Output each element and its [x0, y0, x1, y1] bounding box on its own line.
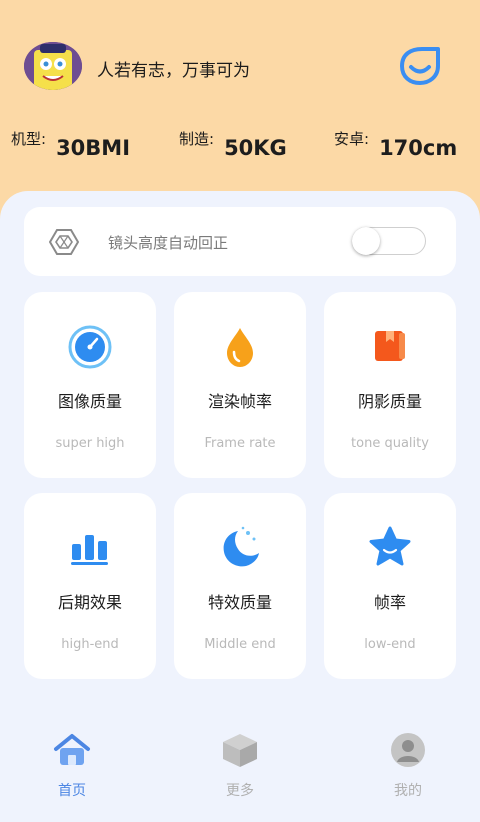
book-icon [366, 322, 414, 370]
avatar[interactable] [24, 42, 82, 90]
tile-title: 帧率 [373, 593, 406, 612]
toggle-knob [352, 227, 380, 255]
stat-value: 30BMI [56, 136, 131, 160]
bottom-tab-bar: 首页 更多 我的 [0, 722, 480, 822]
motto-text: 人若有志，万事可为 [97, 61, 250, 81]
tab-home[interactable]: 首页 [27, 722, 117, 802]
stat-value: 170cm [379, 136, 458, 160]
tile-effect-quality[interactable]: 特效质量 Middle end [174, 493, 306, 679]
tab-label: 首页 [58, 783, 86, 799]
tile-subtitle: super high [55, 436, 125, 451]
tile-subtitle: Middle end [204, 637, 276, 652]
tile-title: 后期效果 [57, 593, 122, 612]
stat-label: 制造: [179, 130, 215, 148]
stat-build: 制造: 50KG [179, 128, 287, 160]
tab-more[interactable]: 更多 [195, 722, 285, 802]
tile-shadow-quality[interactable]: 阴影质量 tone quality [324, 292, 456, 478]
auto-level-setting: 镜头高度自动回正 [24, 207, 456, 276]
smile-face-icon[interactable] [396, 46, 442, 86]
tile-subtitle: Frame rate [204, 436, 276, 451]
tile-subtitle: tone quality [351, 436, 429, 451]
cube-icon [220, 732, 260, 768]
tab-label: 我的 [394, 783, 422, 799]
tile-subtitle: low-end [364, 637, 416, 652]
auto-level-toggle[interactable] [352, 227, 426, 255]
tab-label: 更多 [226, 783, 254, 799]
tile-image-quality[interactable]: 图像质量 super high [24, 292, 156, 478]
stat-value: 50KG [224, 136, 287, 160]
home-icon [52, 732, 92, 768]
tile-title: 渲染帧率 [207, 392, 272, 411]
stat-android: 安卓: 170cm [334, 128, 457, 160]
stat-label: 安卓: [334, 130, 370, 148]
hexagon-icon [48, 228, 80, 256]
tile-frame-rate[interactable]: 帧率 low-end [324, 493, 456, 679]
tab-profile[interactable]: 我的 [363, 722, 453, 802]
tile-subtitle: high-end [61, 637, 119, 652]
gauge-icon [66, 322, 114, 370]
header: 人若有志，万事可为 机型: 30BMI 制造: 50KG 安卓: 170cm [0, 0, 480, 200]
profile-icon [388, 732, 428, 768]
tile-title: 特效质量 [207, 593, 272, 612]
stat-model: 机型: 30BMI [11, 128, 130, 160]
tile-title: 图像质量 [57, 392, 122, 411]
drop-icon [216, 322, 264, 370]
tile-title: 阴影质量 [357, 392, 422, 411]
moon-icon [216, 523, 264, 571]
bar-chart-icon [66, 523, 114, 571]
tile-post-effects[interactable]: 后期效果 high-end [24, 493, 156, 679]
setting-label: 镜头高度自动回正 [108, 234, 229, 252]
stat-label: 机型: [11, 130, 47, 148]
star-icon [366, 523, 414, 571]
tile-frame-rendering[interactable]: 渲染帧率 Frame rate [174, 292, 306, 478]
